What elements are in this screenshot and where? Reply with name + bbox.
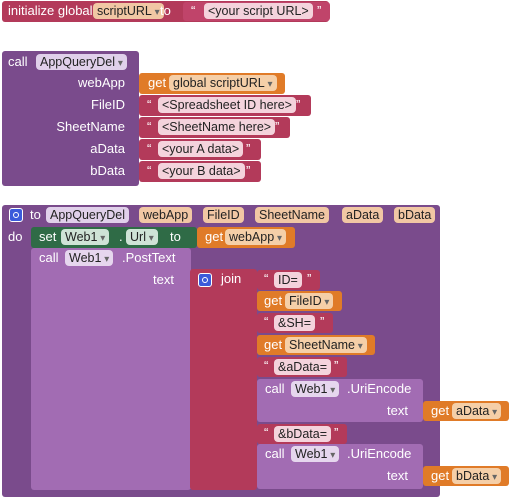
param-label-fileid: FileID: [91, 97, 125, 112]
open-quote-icon: “: [264, 425, 269, 440]
get-variable-dropdown[interactable]: global scriptURL: [169, 75, 277, 91]
open-quote-icon: “: [147, 141, 152, 156]
set-property-dropdown[interactable]: Url: [126, 229, 158, 245]
call-web1-posttext-block[interactable]: call Web1 .PostText text: [31, 248, 191, 490]
param-label-bdata: bData: [90, 163, 125, 178]
text-block-sheetname[interactable]: “ <SheetName here> ”: [139, 117, 290, 138]
get-global-scripturl-block[interactable]: get global scriptURL: [139, 73, 285, 94]
get-webapp-dropdown[interactable]: webApp: [225, 229, 286, 245]
call-label: call: [39, 250, 59, 265]
mutator-gear-icon[interactable]: [9, 208, 23, 222]
close-quote-icon: ”: [275, 119, 280, 134]
text-block-bdata[interactable]: “ <your B data> ”: [139, 161, 261, 182]
call-component-dropdown[interactable]: Web1: [65, 250, 114, 266]
text-socket-label: text: [153, 272, 174, 287]
uriencode-component-dropdown[interactable]: Web1: [291, 446, 340, 462]
call-web1-uriencode-b-block[interactable]: call Web1 .UriEncode text: [257, 444, 423, 489]
open-quote-icon: “: [147, 119, 152, 134]
param-webapp[interactable]: webApp: [139, 207, 193, 223]
param-bdata[interactable]: bData: [394, 207, 436, 223]
open-quote-icon: “: [191, 3, 196, 18]
set-web1-url-block[interactable]: set Web1 . Url to: [31, 227, 197, 248]
text-block-bdata-key[interactable]: “ &bData= ”: [257, 424, 347, 444]
get-sheetname-block[interactable]: get SheetName: [257, 335, 375, 355]
open-quote-icon: “: [147, 163, 152, 178]
get-webapp-block[interactable]: get webApp: [197, 227, 295, 248]
posttext-method-label: .PostText: [122, 250, 176, 265]
get-label: get: [431, 468, 450, 483]
global-variable-name-field[interactable]: scriptURL: [93, 3, 164, 19]
param-label-webapp: webApp: [78, 75, 125, 90]
call-label: call: [8, 54, 28, 69]
call-label: call: [265, 446, 285, 461]
close-quote-icon: ”: [246, 141, 251, 156]
get-bdata-block[interactable]: get bData: [423, 466, 509, 486]
text-block-adata-key[interactable]: “ &aData= ”: [257, 357, 347, 377]
close-quote-icon: ”: [296, 97, 301, 112]
open-quote-icon: “: [264, 314, 269, 329]
close-quote-icon: ”: [334, 425, 339, 440]
close-quote-icon: ”: [334, 358, 339, 373]
param-sheetname[interactable]: SheetName: [255, 207, 330, 223]
uriencode-component-dropdown[interactable]: Web1: [291, 381, 340, 397]
join-item-bdata-text[interactable]: &bData=: [274, 426, 331, 442]
param-adata[interactable]: aData: [342, 207, 384, 223]
close-quote-icon: ”: [320, 314, 325, 329]
get-label: get: [205, 229, 224, 244]
bdata-text-value[interactable]: <your B data>: [158, 163, 245, 179]
close-quote-icon: ”: [307, 271, 312, 286]
text-block-fileid[interactable]: “ <Spreadsheet ID here> ”: [139, 95, 311, 116]
set-to-label: to: [170, 229, 181, 244]
join-label: join: [221, 271, 242, 286]
get-label: get: [264, 293, 283, 308]
initialize-global-label: initialize global: [8, 3, 93, 18]
join-item-adata-text[interactable]: &aData=: [274, 359, 331, 375]
open-quote-icon: “: [264, 358, 269, 373]
call-web1-uriencode-a-block[interactable]: call Web1 .UriEncode text: [257, 379, 423, 422]
do-label: do: [8, 229, 23, 244]
text-socket-label: text: [387, 468, 408, 483]
get-sheetname-dropdown[interactable]: SheetName: [285, 337, 367, 353]
join-item-sh-text[interactable]: &SH=: [274, 315, 316, 331]
dot-label: .: [119, 229, 123, 244]
get-adata-block[interactable]: get aData: [423, 401, 509, 421]
fileid-text-value[interactable]: <Spreadsheet ID here>: [158, 97, 296, 113]
close-quote-icon: ”: [246, 163, 251, 178]
open-quote-icon: “: [264, 271, 269, 286]
get-bdata-dropdown[interactable]: bData: [452, 468, 502, 484]
get-fileid-dropdown[interactable]: FileID: [285, 293, 334, 309]
to-label: to: [30, 207, 41, 222]
text-block-sh[interactable]: “ &SH= ”: [257, 313, 333, 333]
adata-text-value[interactable]: <your A data>: [158, 141, 244, 157]
call-label: call: [265, 381, 285, 396]
script-url-text-block[interactable]: “ <your script URL> ”: [183, 2, 330, 21]
call-appquerydel-block[interactable]: call AppQueryDel webApp FileID SheetName…: [2, 51, 139, 186]
procedure-name-dropdown[interactable]: AppQueryDel: [36, 54, 127, 70]
procedure-name-field[interactable]: AppQueryDel: [46, 207, 130, 223]
text-socket-label: text: [387, 403, 408, 418]
param-label-sheetname: SheetName: [56, 119, 125, 134]
get-label: get: [148, 75, 167, 90]
text-block-adata[interactable]: “ <your A data> ”: [139, 139, 261, 160]
uriencode-method-label: .UriEncode: [347, 381, 412, 396]
get-label: get: [431, 403, 450, 418]
close-quote-icon: ”: [317, 3, 322, 18]
initialize-global-block[interactable]: initialize global scriptURL to “ <your s…: [2, 1, 330, 22]
get-label: get: [264, 337, 283, 352]
open-quote-icon: “: [147, 97, 152, 112]
set-component-dropdown[interactable]: Web1: [61, 229, 110, 245]
uriencode-method-label: .UriEncode: [347, 446, 412, 461]
set-label: set: [39, 229, 57, 244]
script-url-value[interactable]: <your script URL>: [204, 3, 313, 19]
join-item-id-text[interactable]: ID=: [274, 272, 302, 288]
get-adata-dropdown[interactable]: aData: [452, 403, 502, 419]
get-fileid-block[interactable]: get FileID: [257, 291, 342, 311]
param-fileid[interactable]: FileID: [203, 207, 244, 223]
initialize-to-label: to: [160, 3, 171, 18]
param-label-adata: aData: [90, 141, 125, 156]
join-block[interactable]: join: [190, 269, 257, 490]
join-mutator-gear-icon[interactable]: [198, 273, 212, 287]
sheetname-text-value[interactable]: <SheetName here>: [158, 119, 276, 135]
text-block-id[interactable]: “ ID= ”: [257, 270, 320, 290]
